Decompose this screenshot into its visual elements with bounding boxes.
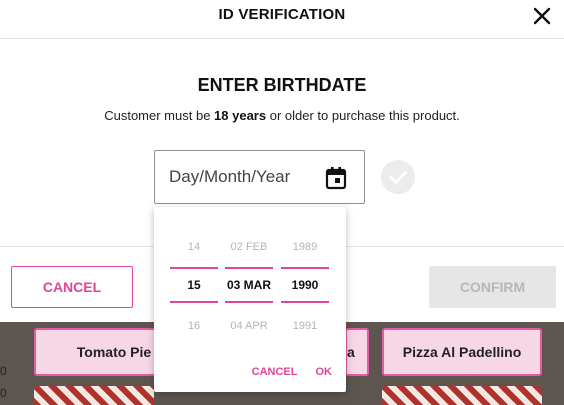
edge-text-2: 0	[0, 386, 7, 400]
calendar-icon[interactable]	[325, 166, 347, 190]
product-tile-partial[interactable]: a	[345, 328, 369, 376]
birthdate-input[interactable]	[169, 164, 319, 190]
product-tile-label: Pizza Al Padellino	[402, 344, 522, 360]
cancel-button[interactable]: CANCEL	[11, 266, 133, 308]
year-next[interactable]: 1991	[281, 320, 329, 332]
close-icon	[533, 7, 551, 25]
date-picker-dropdown: 14 15 16 02 FEB 03 MAR 04 APR 1989 1990 …	[154, 207, 346, 392]
edge-text-1: 0	[0, 364, 7, 378]
month-next[interactable]: 04 APR	[225, 320, 273, 332]
check-circle-icon	[381, 160, 415, 194]
day-prev[interactable]: 14	[170, 241, 218, 253]
year-selected[interactable]: 1990	[281, 267, 329, 303]
birthdate-field[interactable]	[154, 150, 365, 204]
background-edge-text: 0 0	[0, 360, 14, 405]
picker-actions: CANCEL OK	[252, 366, 332, 378]
day-selected[interactable]: 15	[170, 267, 218, 303]
age-text-bold: 18 years	[214, 108, 267, 123]
age-text-prefix: Customer must be	[104, 108, 215, 123]
product-tile-image	[34, 386, 154, 405]
page-title: ENTER BIRTHDATE	[197, 75, 367, 95]
confirm-button: CONFIRM	[429, 266, 556, 308]
year-prev[interactable]: 1989	[281, 241, 329, 253]
month-selected[interactable]: 03 MAR	[225, 267, 273, 303]
modal-header: ID VERIFICATION	[0, 0, 564, 39]
picker-cancel-button[interactable]: CANCEL	[252, 366, 298, 378]
age-text-suffix: or older to purchase this product.	[266, 108, 460, 123]
modal-title: ID VERIFICATION	[218, 6, 346, 23]
product-tile-label: a	[347, 344, 355, 360]
age-requirement-text: Customer must be 18 years or older to pu…	[0, 108, 564, 123]
close-button[interactable]	[530, 4, 554, 28]
day-next[interactable]: 16	[170, 320, 218, 332]
picker-ok-button[interactable]: OK	[316, 366, 333, 378]
product-tile-label: Tomato Pie	[76, 344, 152, 360]
product-tile-pizza-al-padellino[interactable]: Pizza Al Padellino	[382, 328, 542, 376]
product-tile-image	[382, 386, 542, 405]
month-prev[interactable]: 02 FEB	[225, 241, 273, 253]
page: 0 0 Tomato Pie a Pizza Al Padellino ID V…	[0, 0, 564, 405]
